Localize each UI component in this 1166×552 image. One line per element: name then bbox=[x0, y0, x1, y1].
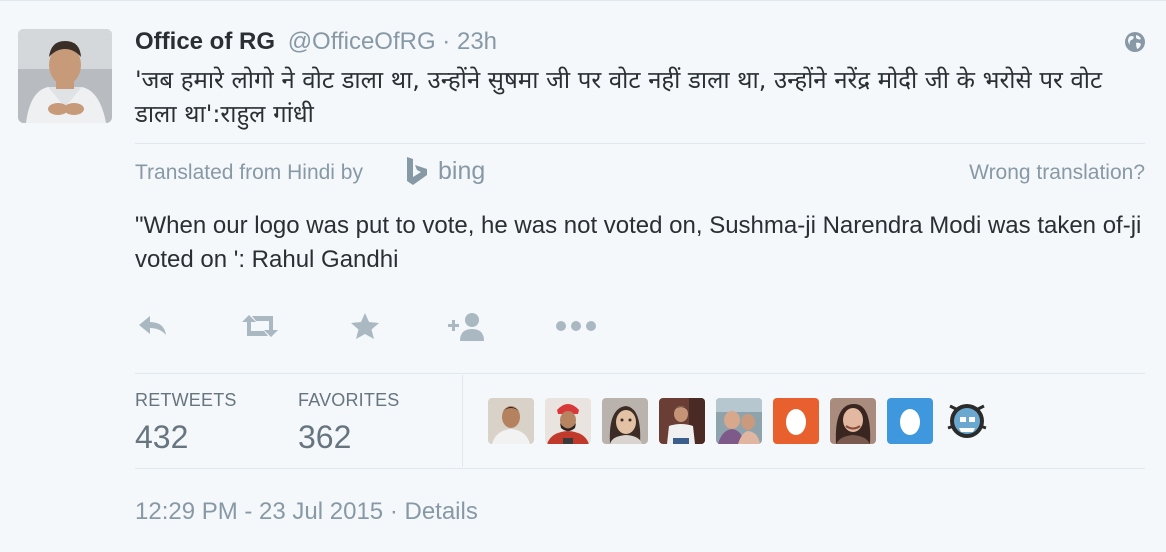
favoriter-avatar[interactable] bbox=[944, 398, 990, 444]
favoriters-list bbox=[488, 398, 990, 444]
author-fullname[interactable]: Office of RG bbox=[135, 28, 275, 55]
tweet-header: Office of RG @OfficeOfRG · 23h bbox=[135, 27, 497, 57]
favorites-label[interactable]: FAVORITES bbox=[298, 389, 400, 411]
favoriter-avatar[interactable] bbox=[488, 398, 534, 444]
translated-from-label: Translated from Hindi by bbox=[135, 161, 363, 184]
star-icon bbox=[351, 313, 379, 339]
author-avatar[interactable] bbox=[18, 29, 112, 123]
stats-separator bbox=[462, 375, 463, 467]
globe-icon[interactable] bbox=[1124, 31, 1146, 53]
favorites-count[interactable]: 362 bbox=[298, 417, 351, 457]
tweet-text-original: 'जब हमारे लोगो ने वोट डाला था, उन्होंने … bbox=[135, 66, 1103, 128]
retweets-count[interactable]: 432 bbox=[135, 417, 188, 457]
header-separator: · bbox=[435, 28, 457, 55]
footer-separator: · bbox=[383, 498, 405, 525]
divider bbox=[135, 373, 1145, 374]
favoriter-avatar[interactable] bbox=[773, 398, 819, 444]
tweet-timestamp[interactable]: 12:29 PM - 23 Jul 2015 bbox=[135, 498, 383, 525]
tweet-text-translated: "When our logo was put to vote, he was n… bbox=[135, 212, 1142, 273]
author-handle[interactable]: @OfficeOfRG bbox=[288, 28, 436, 55]
favoriter-avatar[interactable] bbox=[887, 398, 933, 444]
favoriter-avatar[interactable] bbox=[545, 398, 591, 444]
favoriter-avatar[interactable] bbox=[659, 398, 705, 444]
tweet-card: Office of RG @OfficeOfRG · 23h 'जब हमारे… bbox=[0, 0, 1166, 552]
details-link[interactable]: Details bbox=[404, 498, 477, 525]
follow-button[interactable] bbox=[447, 309, 487, 343]
tweet-time-ago[interactable]: 23h bbox=[457, 28, 497, 55]
retweet-button[interactable] bbox=[240, 309, 280, 343]
reply-icon bbox=[139, 316, 166, 335]
favoriter-avatar[interactable] bbox=[830, 398, 876, 444]
favorite-button[interactable] bbox=[350, 309, 380, 343]
bing-logo[interactable]: bing bbox=[404, 155, 496, 189]
more-icon bbox=[556, 321, 596, 331]
bing-logo-text: bing bbox=[438, 157, 486, 185]
favoriter-avatar[interactable] bbox=[602, 398, 648, 444]
divider bbox=[135, 468, 1145, 469]
retweets-label[interactable]: RETWEETS bbox=[135, 389, 237, 411]
wrong-translation-link[interactable]: Wrong translation? bbox=[969, 159, 1145, 187]
favoriter-avatar[interactable] bbox=[716, 398, 762, 444]
tweet-footer: 12:29 PM - 23 Jul 2015 · Details bbox=[135, 496, 478, 528]
divider bbox=[135, 143, 1145, 144]
reply-button[interactable] bbox=[136, 309, 170, 343]
retweet-icon bbox=[242, 315, 278, 337]
follow-icon bbox=[448, 313, 484, 341]
more-button[interactable] bbox=[555, 309, 597, 343]
